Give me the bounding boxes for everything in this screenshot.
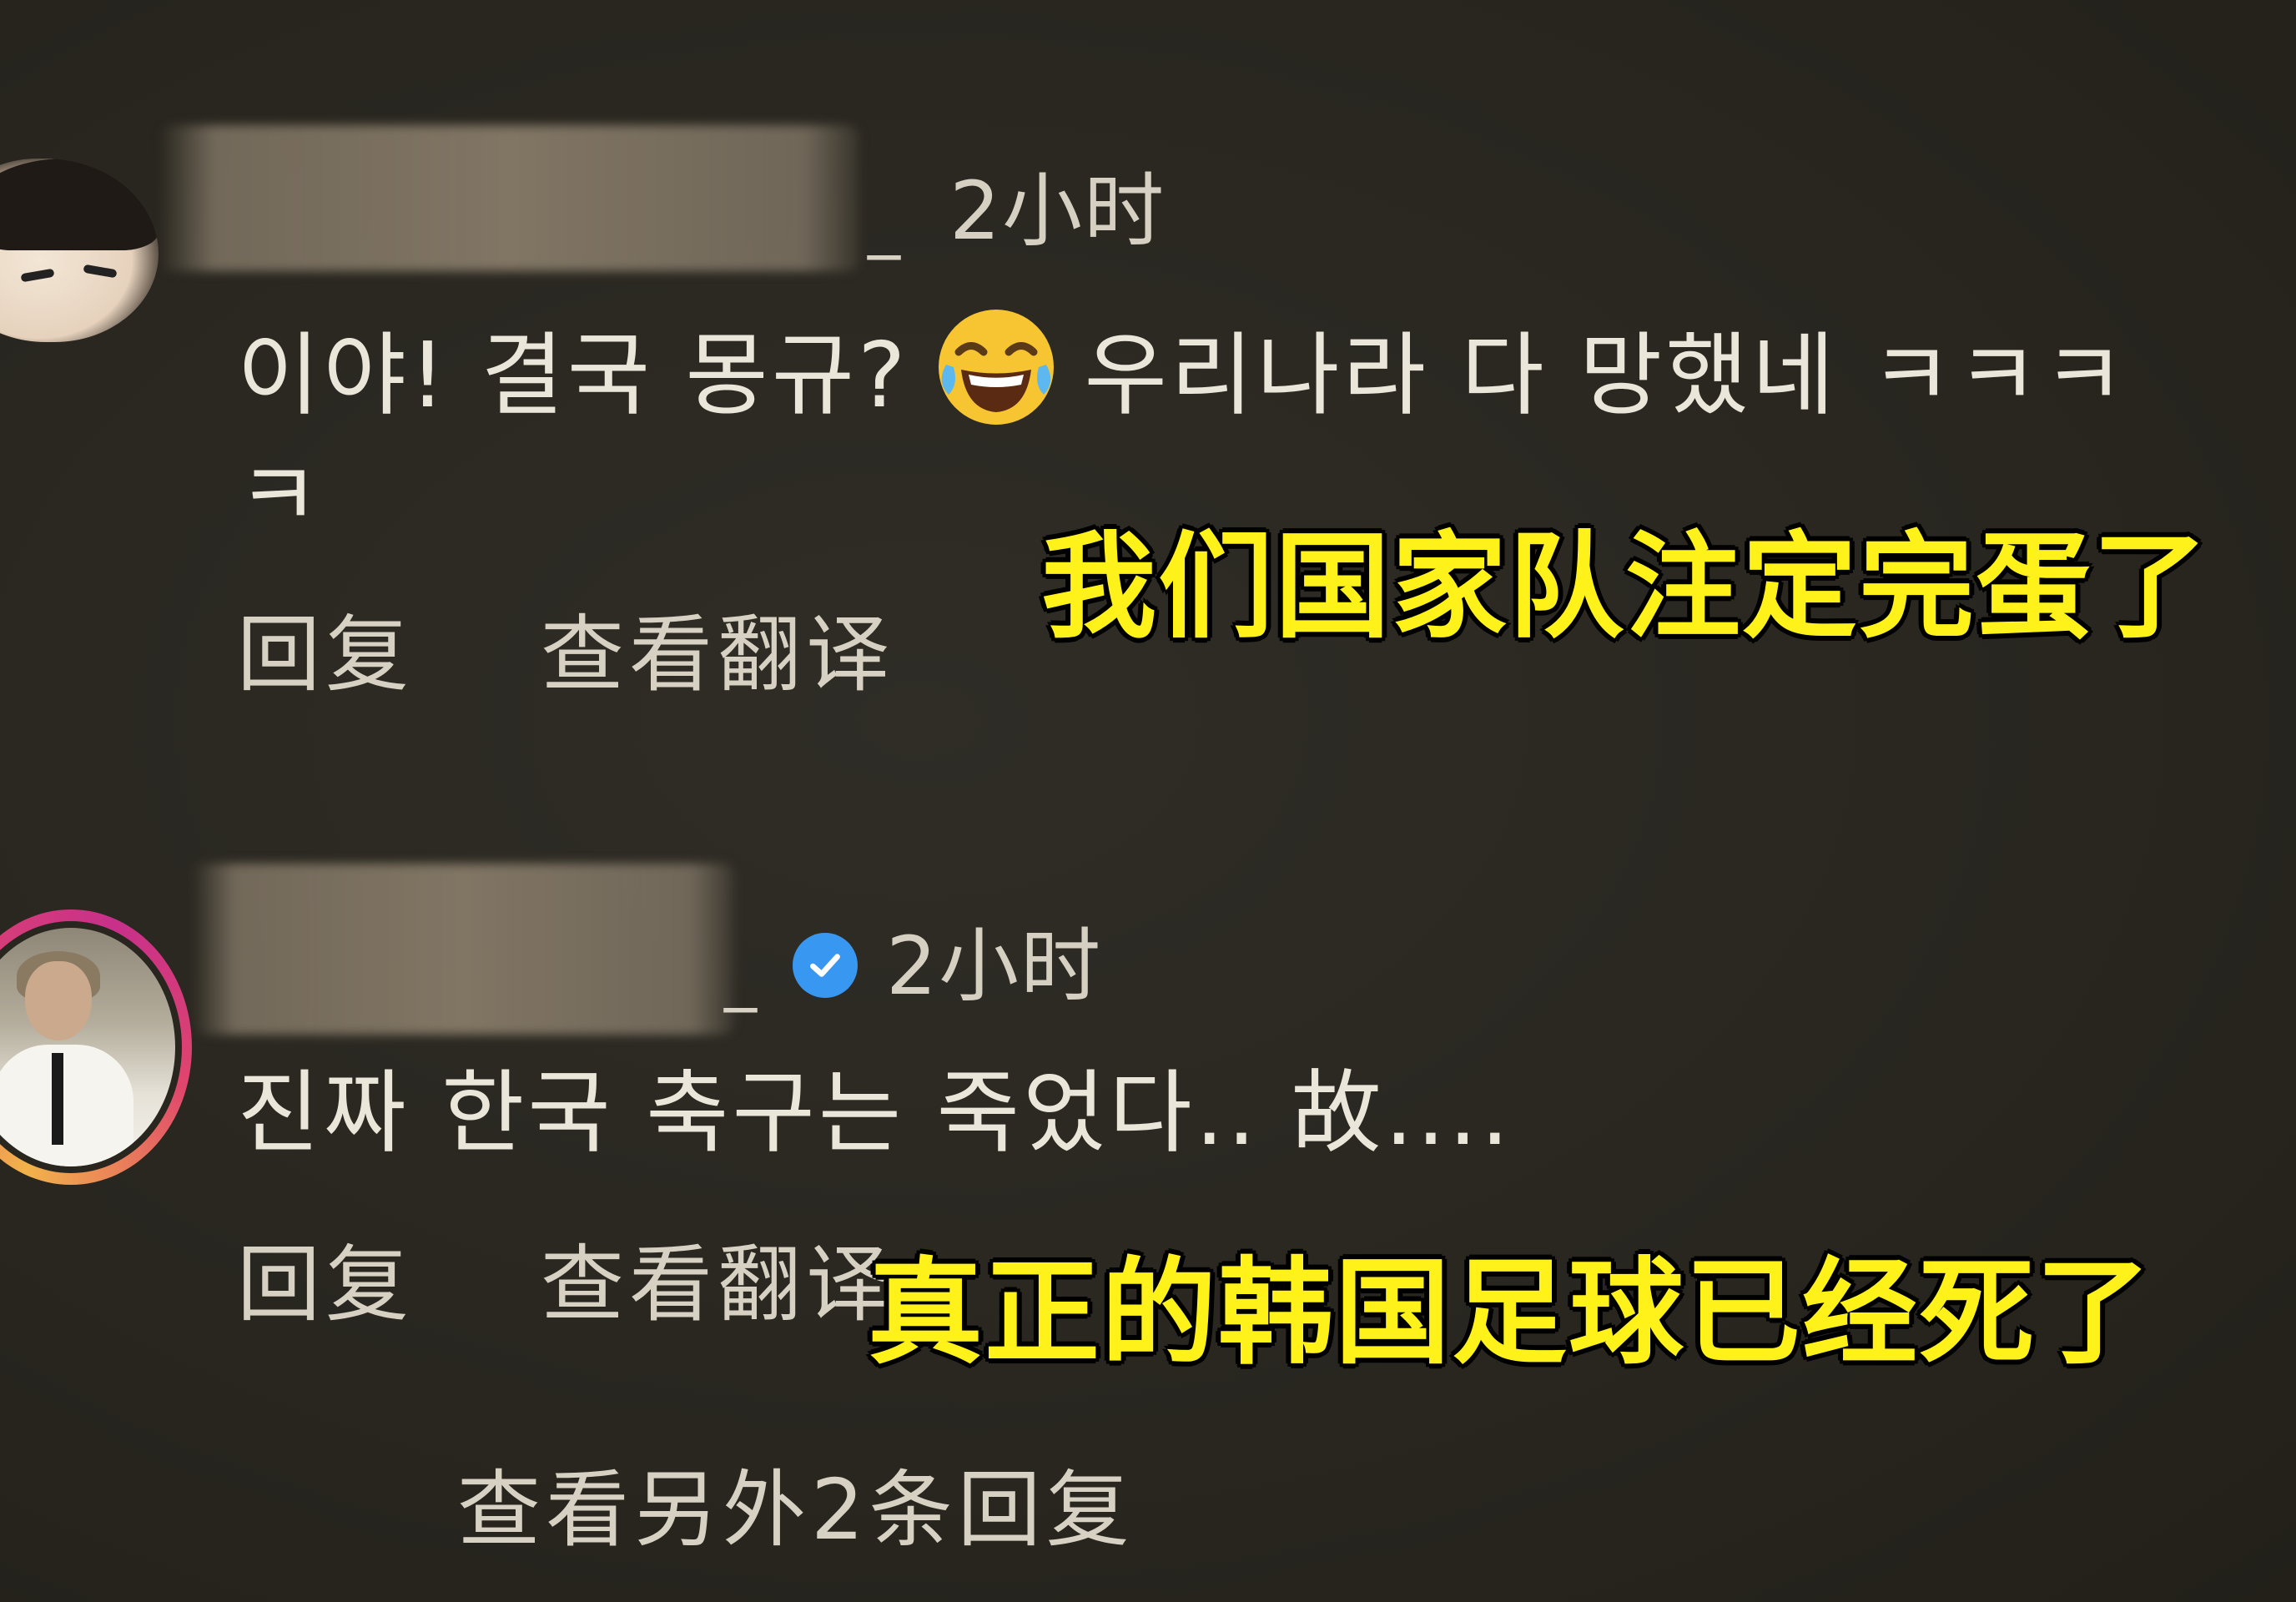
translation-caption: 真正的韩国足球已经死了 [868,1246,2153,1380]
reply-button[interactable]: 回复 [237,1243,414,1327]
comment-timestamp: 2小时 [949,164,1166,258]
comment-thread-screen: _ 2小时 이야! 결국 몽규? 우리나라 다 망했네 ㅋㅋㅋ ㅋ 回复 查看翻… [0,0,2296,1602]
comment-body: 이야! 결국 몽규? 우리나라 다 망했네 ㅋㅋㅋ [237,305,2128,431]
verified-badge-icon [793,933,858,998]
reply-button[interactable]: 回复 [237,613,414,697]
comment-body-continued: ㅋ [237,444,324,548]
see-translation-button[interactable]: 查看翻译 [541,613,894,697]
comment-body: 진짜 한국 축구는 죽었다.. 故.... [237,1061,1513,1166]
laughing-emoji-icon [939,310,1055,425]
see-translation-button[interactable]: 查看翻译 [541,1243,894,1327]
username-suffix: _ [868,185,900,260]
user-avatar[interactable] [0,159,159,342]
comment-text-part: 우리나라 다 망했네 ㅋㅋㅋ [1084,324,2129,428]
comment-text-part: 이야! 결국 몽규? [237,324,909,428]
username-blurred[interactable] [192,864,734,1035]
translation-caption: 我们国家队注定完蛋了 [1041,520,2210,654]
username-blurred[interactable] [159,125,859,271]
comment-timestamp: 2小时 [886,919,1103,1013]
view-more-replies-button[interactable]: 查看另外2条回复 [457,1468,1135,1552]
username-suffix: _ [724,938,757,1013]
